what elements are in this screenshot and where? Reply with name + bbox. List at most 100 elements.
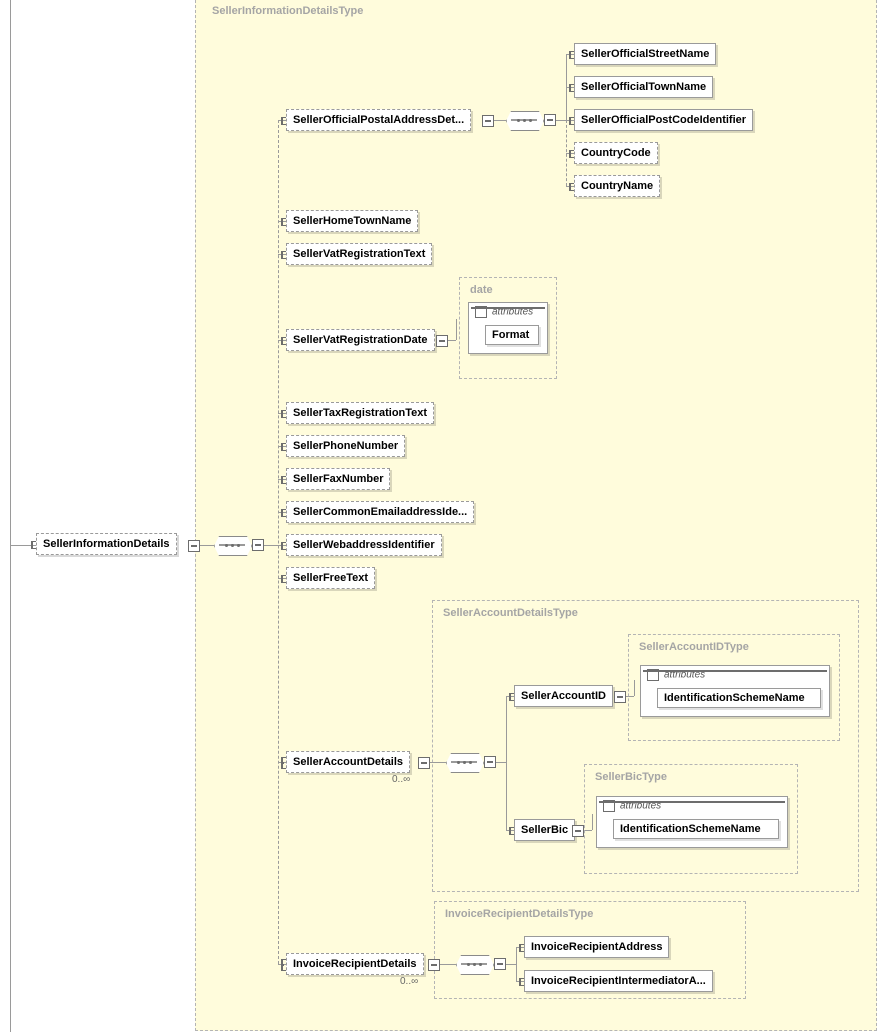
connector [506,964,516,965]
connector [494,120,506,121]
group-label: InvoiceRecipientDetailsType [445,908,593,920]
node-label: SellerOfficialPostCodeIdentifier [581,114,746,126]
node-bic[interactable]: SellerBic [514,819,575,841]
multiplicity-tick-icon [31,541,36,549]
collapse-toggle[interactable] [418,757,430,769]
connector [200,545,214,546]
multiplicity-tick-icon [281,218,286,226]
node-label: InvoiceRecipientDetails [293,958,417,970]
multiplicity-tick-icon [281,509,286,517]
connector [440,964,456,965]
node-label: SellerVatRegistrationText [293,248,425,260]
node-postcode[interactable]: SellerOfficialPostCodeIdentifier [574,109,753,131]
multiplicity-tick-icon [569,150,574,158]
multiplicity-tick-icon [569,84,574,92]
node-format[interactable]: Format [485,325,539,345]
connector [448,340,456,341]
left-ruler-line [10,0,11,1032]
collapse-toggle[interactable] [436,335,448,347]
connector [278,120,279,964]
node-label: SellerTaxRegistrationText [293,407,427,419]
node-vat-text[interactable]: SellerVatRegistrationText [286,243,432,265]
node-label: SellerWebaddressIdentifier [293,539,435,551]
node-scheme-name[interactable]: IdentificationSchemeName [657,688,821,708]
node-label: SellerCommonEmailaddressIde... [293,506,467,518]
node-free-text[interactable]: SellerFreeText [286,567,375,589]
node-account-details[interactable]: SellerAccountDetails [286,751,410,773]
attributes-box[interactable]: attributes Format [468,302,548,354]
node-scheme-name[interactable]: IdentificationSchemeName [613,819,779,839]
multiplicity-tick-icon [509,693,514,701]
node-web[interactable]: SellerWebaddressIdentifier [286,534,442,556]
node-street[interactable]: SellerOfficialStreetName [574,43,716,65]
connector [516,947,517,981]
node-label: Format [492,329,529,341]
connector [556,120,566,121]
node-label: SellerAccountDetails [293,756,403,768]
multiplicity-tick-icon [569,117,574,125]
node-label: SellerOfficialPostalAddressDet... [293,114,464,126]
multiplicity-tick-icon [281,959,286,971]
collapse-toggle[interactable] [603,800,615,812]
node-town[interactable]: SellerOfficialTownName [574,76,713,98]
group-label: SellerBicType [595,771,667,783]
sequence-compositor[interactable] [214,536,250,554]
attributes-box[interactable]: attributes IdentificationSchemeName [596,796,788,848]
cardinality-label: 0..∞ [392,774,410,785]
node-label: IdentificationSchemeName [664,692,805,704]
node-country-name[interactable]: CountryName [574,175,660,197]
node-root[interactable]: SellerInformationDetails [36,533,177,555]
attributes-box[interactable]: attributes IdentificationSchemeName [640,665,830,717]
node-invoice-address[interactable]: InvoiceRecipientAddress [524,936,669,958]
collapse-toggle[interactable] [614,691,626,703]
collapse-toggle[interactable] [484,756,496,768]
node-fax[interactable]: SellerFaxNumber [286,468,390,490]
multiplicity-tick-icon [569,51,574,59]
sequence-compositor[interactable] [446,753,482,771]
node-country-code[interactable]: CountryCode [574,142,658,164]
node-postal[interactable]: SellerOfficialPostalAddressDet... [286,109,471,131]
node-invoice-intermediator[interactable]: InvoiceRecipientIntermediatorA... [524,970,713,992]
node-label: InvoiceRecipientAddress [531,941,662,953]
canvas: SellerInformationDetailsType SellerInfor… [0,0,890,1032]
multiplicity-tick-icon [281,443,286,451]
node-account-id[interactable]: SellerAccountID [514,685,613,707]
collapse-toggle[interactable] [572,825,584,837]
node-phone[interactable]: SellerPhoneNumber [286,435,405,457]
collapse-toggle[interactable] [252,539,264,551]
collapse-toggle[interactable] [428,959,440,971]
collapse-toggle[interactable] [647,669,659,681]
node-email[interactable]: SellerCommonEmailaddressIde... [286,501,474,523]
collapse-toggle[interactable] [544,114,556,126]
node-label: SellerOfficialTownName [581,81,706,93]
node-vat-date[interactable]: SellerVatRegistrationDate [286,329,435,351]
sequence-compositor[interactable] [506,111,542,129]
cardinality-label: 0..∞ [400,976,418,987]
node-label: SellerBic [521,824,568,836]
node-label: CountryCode [581,147,651,159]
collapse-toggle[interactable] [482,115,494,127]
sequence-compositor[interactable] [456,955,492,973]
multiplicity-tick-icon [281,542,286,550]
node-invoice-recipient[interactable]: InvoiceRecipientDetails [286,953,424,975]
node-label: InvoiceRecipientIntermediatorA... [531,975,706,987]
node-label: SellerFaxNumber [293,473,383,485]
node-label: SellerInformationDetails [43,538,170,550]
multiplicity-tick-icon [509,827,514,835]
group-label: date [470,284,493,296]
collapse-toggle[interactable] [188,540,200,552]
multiplicity-tick-icon [281,575,286,583]
collapse-toggle[interactable] [475,306,487,318]
connector [496,762,506,763]
multiplicity-tick-icon [519,978,524,986]
multiplicity-tick-icon [281,757,286,769]
group-label: SellerAccountDetailsType [443,607,578,619]
node-tax-text[interactable]: SellerTaxRegistrationText [286,402,434,424]
collapse-toggle[interactable] [494,958,506,970]
node-label: SellerVatRegistrationDate [293,334,428,346]
node-label: IdentificationSchemeName [620,823,761,835]
node-label: CountryName [581,180,653,192]
node-hometown[interactable]: SellerHomeTownName [286,210,418,232]
type-label: SellerInformationDetailsType [212,5,363,17]
multiplicity-tick-icon [281,410,286,418]
